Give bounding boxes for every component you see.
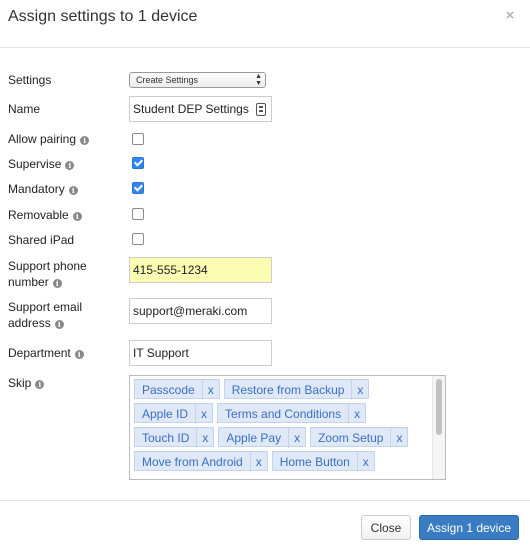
department-input[interactable]: IT Support <box>129 340 272 366</box>
support-email-label-line2-wrap: address i <box>8 315 82 331</box>
settings-select-value: Create Settings <box>136 75 199 85</box>
support-phone-label-line2-wrap: number i <box>8 274 87 290</box>
info-icon[interactable]: i <box>68 186 78 195</box>
remove-tag-icon[interactable]: x <box>348 404 365 424</box>
shared-ipad-label: Shared iPad <box>8 233 75 247</box>
department-value: IT Support <box>133 346 189 360</box>
support-email-label-line2: address <box>8 316 51 330</box>
skip-tag-label: Touch ID <box>142 431 190 445</box>
department-label-text: Department <box>8 346 71 360</box>
skip-tag: Apple Pay x <box>218 427 307 448</box>
info-icon[interactable]: i <box>35 380 45 389</box>
skip-label-text: Skip <box>8 376 32 390</box>
mandatory-label-text: Mandatory <box>8 182 65 196</box>
skip-tag-label: Terms and Conditions <box>225 407 342 421</box>
skip-scrollbar[interactable] <box>432 376 445 479</box>
skip-tag-label: Apple Pay <box>226 431 282 445</box>
remove-tag-icon[interactable]: x <box>288 428 305 448</box>
dialog-title: Assign settings to 1 device <box>8 8 198 25</box>
skip-tag: Touch ID x <box>134 427 215 448</box>
skip-tag: Apple ID x <box>134 403 214 424</box>
skip-tag-label: Passcode <box>142 383 195 397</box>
shared-ipad-checkbox[interactable] <box>132 233 144 245</box>
support-phone-label: Support phone number i <box>8 258 87 290</box>
support-phone-label-line1: Support phone <box>8 259 87 273</box>
info-icon[interactable]: i <box>54 320 64 329</box>
skip-tag: Restore from Backup x <box>223 379 370 400</box>
remove-tag-icon[interactable]: x <box>196 428 213 448</box>
settings-select[interactable]: Create Settings ▲ ▼ <box>129 72 266 88</box>
skip-label: Skip i <box>8 375 45 391</box>
skip-tag: Move from Android x <box>134 451 268 472</box>
allow-pairing-label-text: Allow pairing <box>8 132 77 146</box>
removable-checkbox[interactable] <box>132 208 144 220</box>
mandatory-checkbox[interactable] <box>132 182 144 194</box>
support-phone-label-line2: number <box>8 275 49 289</box>
info-icon[interactable]: i <box>65 161 75 170</box>
remove-tag-icon[interactable]: x <box>195 404 212 424</box>
remove-tag-icon[interactable]: x <box>390 428 407 448</box>
skip-tags: Passcode x Restore from Backup x Apple ID x T… <box>134 379 432 475</box>
close-button[interactable]: Close <box>361 515 411 540</box>
skip-tag: Terms and Conditions x <box>217 403 367 424</box>
info-icon[interactable]: i <box>80 136 90 145</box>
allow-pairing-label: Allow pairing i <box>8 131 90 147</box>
skip-multiselect[interactable]: Passcode x Restore from Backup x Apple ID x T… <box>129 375 446 480</box>
remove-tag-icon[interactable]: x <box>351 380 368 400</box>
name-input[interactable]: Student DEP Settings <box>129 96 272 122</box>
skip-tag-label: Move from Android <box>142 455 243 469</box>
mandatory-label: Mandatory i <box>8 181 78 197</box>
skip-tag: Zoom Setup x <box>310 427 409 448</box>
supervise-label: Supervise i <box>8 156 75 172</box>
supervise-checkbox[interactable] <box>132 157 144 169</box>
settings-label: Settings <box>8 73 52 87</box>
skip-tag-label: Apple ID <box>142 407 189 421</box>
skip-tag-label: Home Button <box>279 455 350 469</box>
support-email-input[interactable]: support@meraki.com <box>129 298 272 324</box>
supervise-label-text: Supervise <box>8 157 62 171</box>
support-email-value: support@meraki.com <box>133 304 248 318</box>
remove-tag-icon[interactable]: x <box>201 380 219 400</box>
allow-pairing-checkbox[interactable] <box>132 133 144 145</box>
contact-card-icon[interactable] <box>256 103 266 116</box>
info-icon[interactable]: i <box>52 279 62 288</box>
name-label: Name <box>8 102 41 116</box>
assign-device-button[interactable]: Assign 1 device <box>419 515 519 540</box>
name-input-value: Student DEP Settings <box>133 102 249 116</box>
skip-tag: Passcode x <box>134 379 220 400</box>
remove-tag-icon[interactable]: x <box>356 452 374 472</box>
removable-label: Removable i <box>8 207 82 223</box>
department-label: Department i <box>8 345 84 361</box>
select-arrows-icon: ▲ ▼ <box>255 73 262 87</box>
dialog-header: Assign settings to 1 device × <box>0 0 530 48</box>
skip-tag-label: Restore from Backup <box>231 383 345 397</box>
skip-tag: Home Button x <box>271 451 375 472</box>
skip-tag-label: Zoom Setup <box>318 431 384 445</box>
support-email-label: Support email address i <box>8 299 82 331</box>
support-phone-input[interactable]: 415-555-1234 <box>129 257 272 283</box>
close-icon[interactable]: × <box>503 8 517 24</box>
support-email-label-line1: Support email <box>8 300 83 314</box>
info-icon[interactable]: i <box>74 350 84 359</box>
removable-label-text: Removable <box>8 208 69 222</box>
skip-scrollbar-thumb[interactable] <box>436 379 442 435</box>
info-icon[interactable]: i <box>72 212 82 221</box>
remove-tag-icon[interactable]: x <box>249 452 267 472</box>
support-phone-value: 415-555-1234 <box>133 263 208 277</box>
